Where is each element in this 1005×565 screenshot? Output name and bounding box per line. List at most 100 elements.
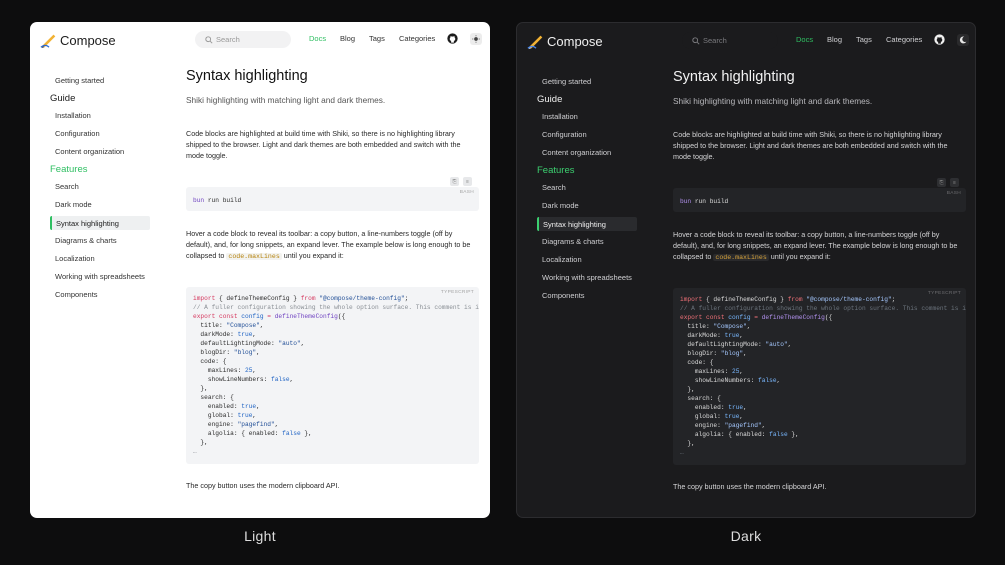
toolbar-paragraph-end: until you expand it: [281,251,344,260]
copy-icon: ⎘ [939,179,944,186]
github-icon[interactable] [447,33,458,44]
code-line: darkMode: true, [193,330,479,339]
code-token: engine: [193,421,238,428]
sidebar-item-components[interactable]: Components [55,290,98,299]
sidebar-item-syntax-highlighting[interactable]: Syntax highlighting [50,216,150,230]
code-token: "@compose/theme-config" [802,296,892,303]
code-token: "pagefind" [237,421,275,428]
code-token: , [252,412,257,419]
bash-code: bun run build [680,197,728,206]
sidebar-item-diagrams-charts[interactable]: Diagrams & charts [542,237,604,246]
sidebar-item-content-organization[interactable]: Content organization [55,147,124,156]
code-token: false [769,431,788,438]
sidebar-item-search[interactable]: Search [542,183,566,192]
code-line: // A fuller configuration showing the wh… [680,304,966,313]
intro-paragraph: Code blocks are highlighted at build tim… [186,129,461,160]
code-token: , [761,422,766,429]
code-token: search: { [680,395,721,402]
typescript-code-block[interactable]: TYPESCRIPT import { defineThemeConfig } … [186,287,479,464]
code-token: from [787,296,803,303]
sidebar-item-spreadsheets[interactable]: Working with spreadsheets [55,272,145,281]
code-line: title: "Compose", [680,322,966,331]
moon-icon [959,36,967,44]
sidebar-item-content-organization[interactable]: Content organization [542,148,611,157]
sun-icon [472,35,480,43]
search-input[interactable]: Search [682,32,778,49]
nav-blog[interactable]: Blog [340,34,355,43]
copy-button[interactable]: ⎘ [937,178,946,187]
nav-blog[interactable]: Blog [827,35,842,44]
brand-name: Compose [547,33,603,49]
code-token: "blog" [720,350,744,357]
code-line: title: "Compose", [193,321,479,330]
theme-toggle[interactable] [957,34,969,46]
code-token: global: [193,412,238,419]
sidebar-item-diagrams-charts[interactable]: Diagrams & charts [55,236,117,245]
typescript-code: import { defineThemeConfig } from "@comp… [193,294,479,456]
sidebar-item-spreadsheets[interactable]: Working with spreadsheets [542,273,632,282]
brand-logo[interactable]: Compose [40,31,116,49]
sidebar-item-dark-mode[interactable]: Dark mode [55,200,92,209]
site-header: Compose Search Docs Blog Tags Categories [30,22,490,58]
sidebar-item-configuration[interactable]: Configuration [542,130,587,139]
typescript-code: import { defineThemeConfig } from "@comp… [680,295,966,457]
typescript-code-block[interactable]: TYPESCRIPT import { defineThemeConfig } … [673,288,966,465]
code-line: }, [193,438,479,447]
code-token: }, [680,440,695,447]
code-line: import { defineThemeConfig } from "@comp… [193,294,479,303]
code-token: ; [891,296,896,303]
sidebar-item-getting-started[interactable]: Getting started [542,77,591,86]
theme-toggle[interactable] [470,33,482,45]
nav-categories[interactable]: Categories [886,35,922,44]
code-line: // A fuller configuration showing the wh… [193,303,479,312]
line-numbers-toggle[interactable]: ≡ [463,177,472,186]
closing-paragraph: The copy button uses the modern clipboar… [186,481,340,490]
nav-tags[interactable]: Tags [856,35,872,44]
code-token: title: [193,322,227,329]
sidebar-item-localization[interactable]: Localization [542,255,582,264]
intro-paragraph: Code blocks are highlighted at build tim… [673,130,948,161]
sidebar-item-installation[interactable]: Installation [55,111,91,120]
code-line: engine: "pagefind", [193,420,479,429]
bash-command: bun [680,198,692,205]
code-token: , [739,413,744,420]
code-token: defineThemeConfig [761,314,825,321]
search-placeholder: Search [216,35,240,44]
github-icon[interactable] [934,34,945,45]
code-token: "Compose" [713,323,747,330]
sidebar-group-features: Features [50,164,88,175]
closing-paragraph: The copy button uses the modern clipboar… [673,482,827,491]
sidebar-item-search[interactable]: Search [55,182,79,191]
code-line: search: { [193,393,479,402]
sidebar-item-installation[interactable]: Installation [542,112,578,121]
code-token: search: { [193,394,234,401]
code-token: false [282,430,301,437]
nav-tags[interactable]: Tags [369,34,385,43]
bash-code-block[interactable]: BASH bun run build [186,187,479,211]
sidebar-item-dark-mode[interactable]: Dark mode [542,201,579,210]
code-token: algolia: { enabled: [193,430,283,437]
sidebar-item-configuration[interactable]: Configuration [55,129,100,138]
nav-docs[interactable]: Docs [309,34,326,43]
code-line: enabled: true, [193,402,479,411]
sidebar-item-components[interactable]: Components [542,291,585,300]
search-input[interactable]: Search [195,31,291,48]
code-line: enabled: true, [680,403,966,412]
code-token: true [237,412,253,419]
line-numbers-toggle[interactable]: ≡ [950,178,959,187]
sidebar-item-getting-started[interactable]: Getting started [55,76,104,85]
code-token: }, [193,385,208,392]
code-token: export const [193,313,238,320]
code-token: , [274,421,279,428]
nav-categories[interactable]: Categories [399,34,435,43]
brand-logo[interactable]: Compose [527,32,603,50]
nav-docs[interactable]: Docs [796,35,813,44]
code-token: true [237,331,253,338]
code-line: … [680,448,966,457]
copy-button[interactable]: ⎘ [450,177,459,186]
code-line: code: { [680,358,966,367]
sidebar-item-syntax-highlighting[interactable]: Syntax highlighting [537,217,637,231]
inline-code: code.maxLines [226,253,282,260]
sidebar-item-localization[interactable]: Localization [55,254,95,263]
bash-code-block[interactable]: BASH bun run build [673,188,966,212]
